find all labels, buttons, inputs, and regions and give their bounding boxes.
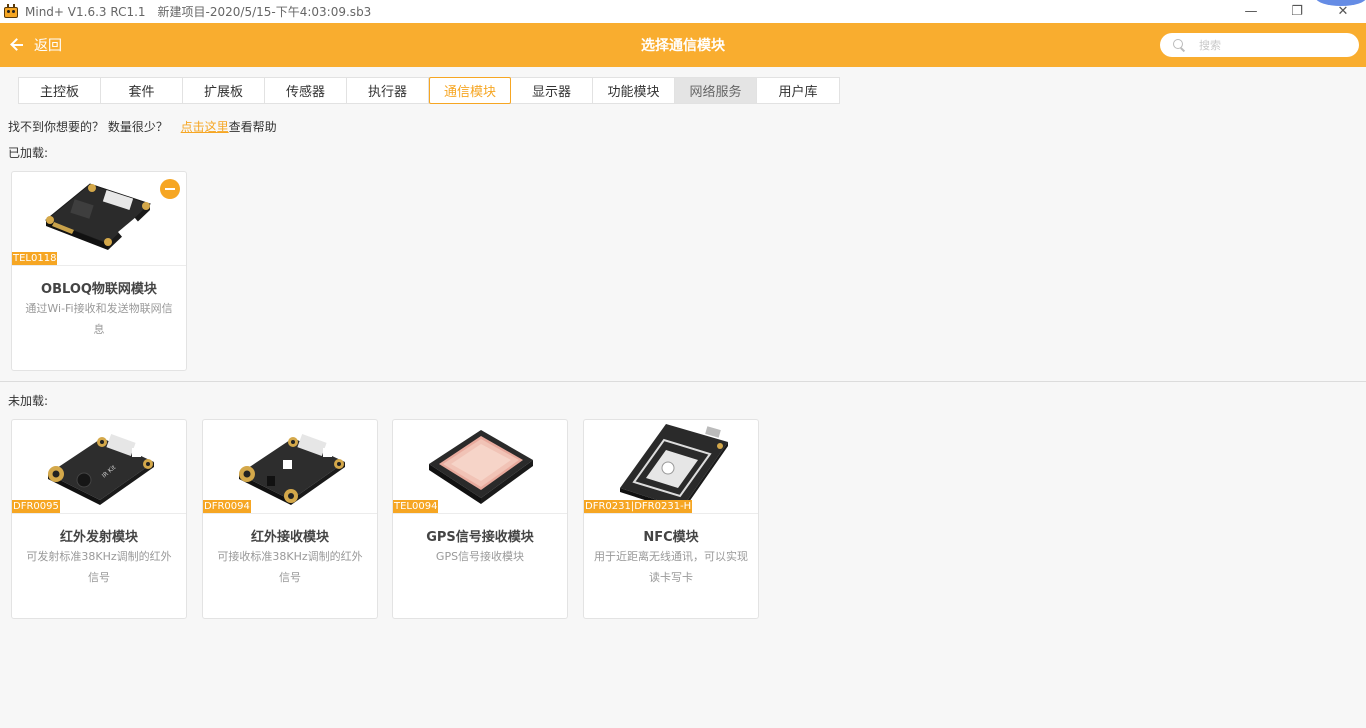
card-description: 可发射标准38KHz调制的红外信号 [26,550,172,584]
sku-tag: DFR0094 [203,500,251,513]
card-image: DFR0231|DFR0231-H [584,420,758,514]
help-suffix: 查看帮助 [228,120,277,134]
extension-card-nfc[interactable]: DFR0231|DFR0231-H NFC模块 用于近距离无线通讯，可以实现读卡… [583,419,759,619]
search-box[interactable] [1160,33,1359,57]
maximize-button[interactable]: ❐ [1274,0,1320,23]
tab-0[interactable]: 主控板 [19,78,101,103]
page-header: 返回 选择通信模块 [0,23,1366,67]
card-description: 用于近距离无线通讯，可以实现读卡写卡 [594,550,748,584]
card-title: NFC模块 [643,530,699,545]
sku-tag: TEL0094 [393,500,439,513]
back-arrow-icon [10,37,26,53]
tab-9[interactable]: 用户库 [757,78,839,103]
back-label: 返回 [34,38,62,54]
card-image: IR Kit DFR0095 [12,420,186,514]
sku-tag: TEL0118 [12,252,58,265]
search-input[interactable] [1199,38,1349,52]
tab-6[interactable]: 显示器 [511,78,593,103]
tab-1[interactable]: 套件 [101,78,183,103]
card-description: 可接收标准38KHz调制的红外信号 [217,550,363,584]
extension-card-ir-receiver[interactable]: DFR0094 红外接收模块 可接收标准38KHz调制的红外信号 [202,419,378,619]
help-line: 找不到你想要的？ 数量很少？ 点击这里查看帮助 [8,118,277,135]
card-title: 红外发射模块 [59,530,138,545]
app-name: Mind+ V1.6.3 RC1.1 [25,4,146,19]
card-title: OBLOQ物联网模块 [41,282,157,297]
window-titlebar: Mind+ V1.6.3 RC1.1 新建项目-2020/5/15-下午4:03… [0,0,1366,23]
extension-card-ir-transmitter[interactable]: IR Kit DFR0095 红外发射模块 可发射标准38KHz调制的红外信号 [11,419,187,619]
card-title: 红外接收模块 [250,530,329,545]
tab-2[interactable]: 扩展板 [183,78,265,103]
sku-tag: DFR0231|DFR0231-H [584,500,693,513]
sku-tag: DFR0095 [12,500,60,513]
search-icon [1173,39,1185,51]
card-image: TEL0094 [393,420,567,514]
card-description: GPS信号接收模块 [435,550,525,563]
section-divider [0,381,1366,382]
tab-7[interactable]: 功能模块 [593,78,675,103]
back-button[interactable]: 返回 [10,35,62,55]
card-image: DFR0094 [203,420,377,514]
help-prefix: 找不到你想要的？ 数量很少？ [8,120,168,134]
help-link[interactable]: 点击这里 [181,120,229,134]
card-title: GPS信号接收模块 [426,530,534,545]
file-title: 新建项目-2020/5/15-下午4:03:09.sb3 [157,5,372,19]
tab-3[interactable]: 传感器 [265,78,347,103]
extension-card-obloq[interactable]: TEL0118 OBLOQ物联网模块 通过Wi-Fi接收和发送物联网信息 [11,171,187,371]
loaded-section-label: 已加载: [8,146,49,160]
remove-extension-button[interactable] [160,179,180,199]
mindplus-logo-icon [3,3,19,20]
category-tabs: 主控板 套件 扩展板 传感器 执行器 通信模块 显示器 功能模块 网络服务 用户库 [18,77,840,104]
card-description: 通过Wi-Fi接收和发送物联网信息 [25,302,173,336]
extension-card-gps[interactable]: TEL0094 GPS信号接收模块 GPS信号接收模块 [392,419,568,619]
tab-8[interactable]: 网络服务 [675,78,757,103]
minimize-button[interactable]: — [1228,0,1274,23]
tab-5[interactable]: 通信模块 [429,77,511,104]
tab-4[interactable]: 执行器 [347,78,429,103]
unloaded-section-label: 未加载: [8,394,49,408]
